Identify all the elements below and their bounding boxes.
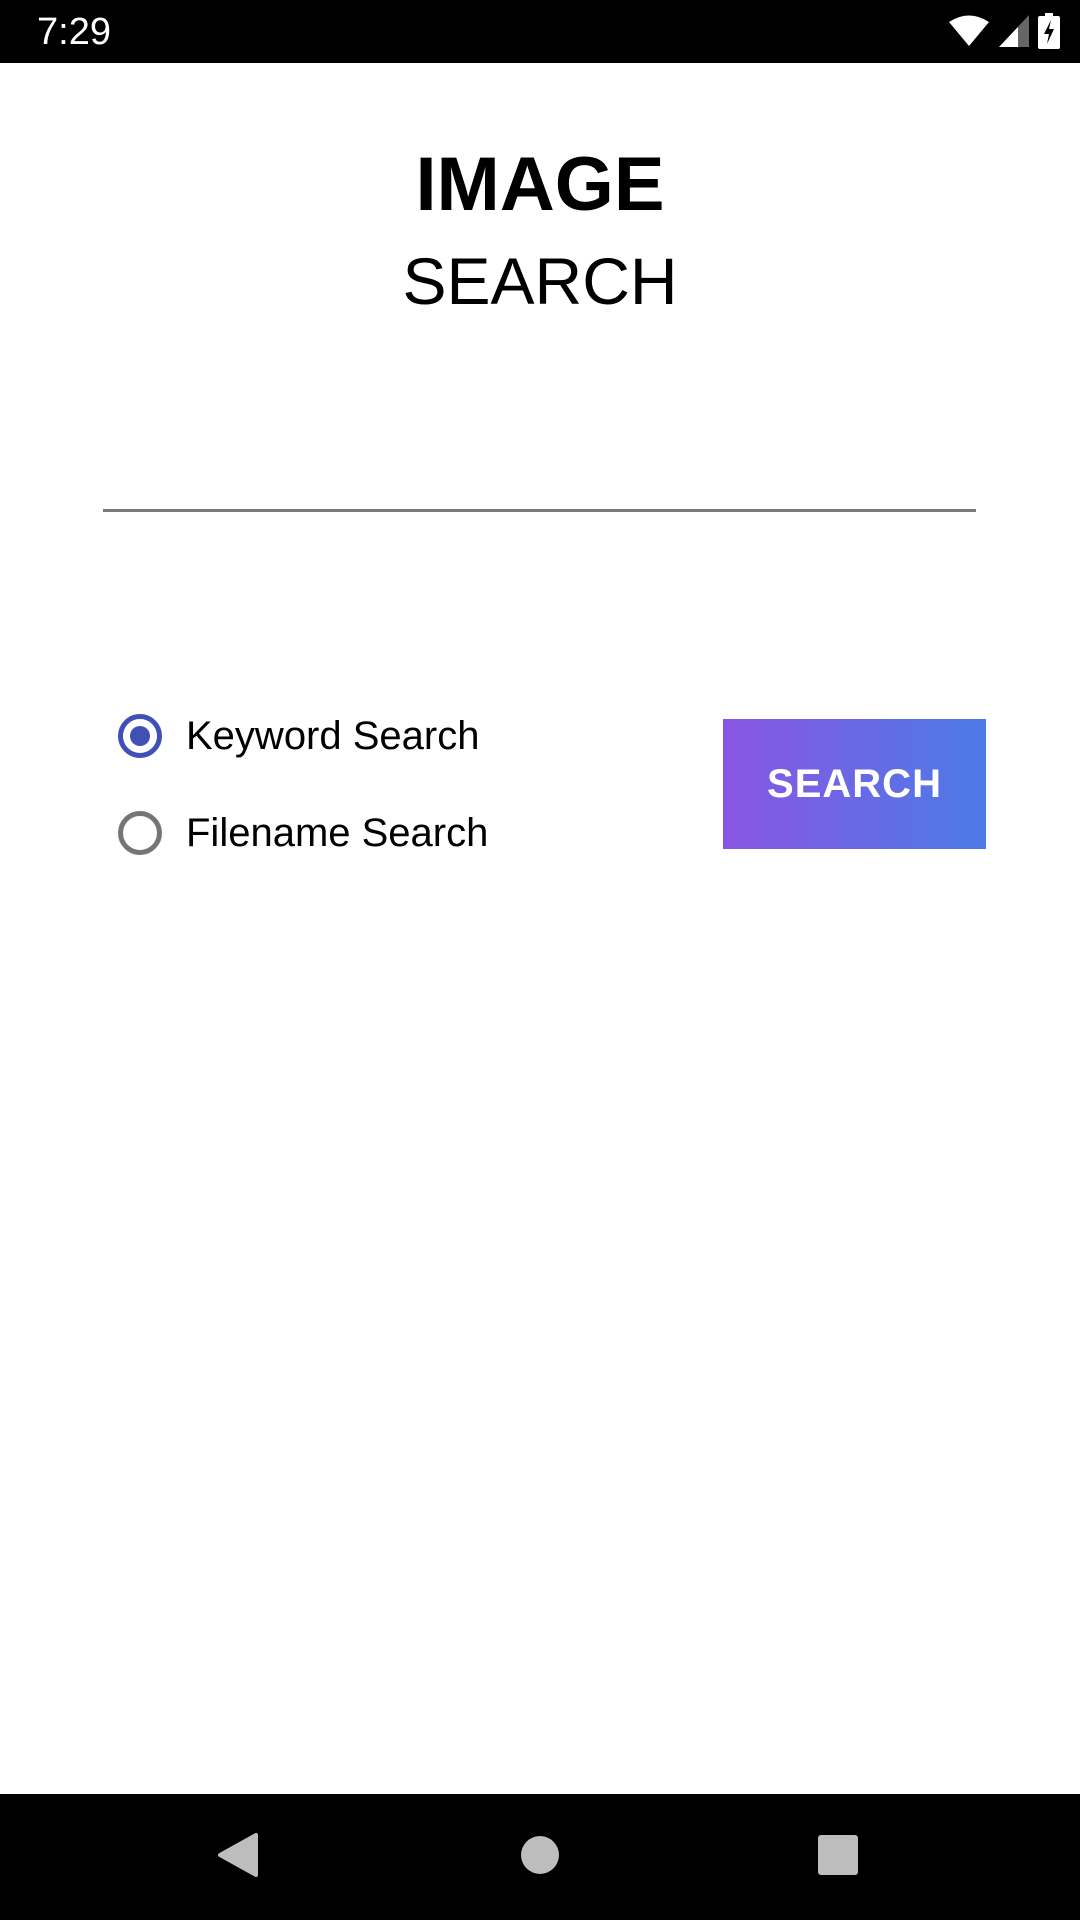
- page-title: IMAGE: [415, 142, 665, 227]
- search-input[interactable]: [103, 420, 976, 512]
- status-icons: [948, 10, 1060, 52]
- image-search-screen: 7:29 IMAGE SEARCH Keyword Search Filenam…: [0, 0, 1080, 1920]
- navigation-bar: [0, 1794, 1080, 1920]
- search-button[interactable]: SEARCH: [723, 719, 986, 849]
- radio-label-filename: Filename Search: [186, 810, 489, 855]
- status-time: 7:29: [37, 11, 111, 53]
- radio-label-keyword: Keyword Search: [186, 713, 480, 758]
- cellular-signal-icon: [998, 14, 1030, 48]
- nav-home-button[interactable]: [480, 1794, 600, 1920]
- status-bar: 7:29: [0, 0, 1080, 63]
- back-icon: [216, 1831, 260, 1884]
- recents-icon: [818, 1834, 858, 1880]
- page-subtitle: SEARCH: [402, 244, 678, 318]
- home-icon: [520, 1835, 560, 1880]
- radio-button-checked[interactable]: [118, 714, 162, 758]
- radio-keyword-search[interactable]: Keyword Search: [118, 706, 479, 766]
- radio-button-unchecked[interactable]: [118, 811, 162, 855]
- battery-charging-icon: [1038, 13, 1060, 49]
- radio-filename-search[interactable]: Filename Search: [118, 803, 488, 863]
- wifi-icon: [948, 15, 990, 47]
- nav-back-button[interactable]: [178, 1794, 298, 1920]
- nav-recents-button[interactable]: [778, 1794, 898, 1920]
